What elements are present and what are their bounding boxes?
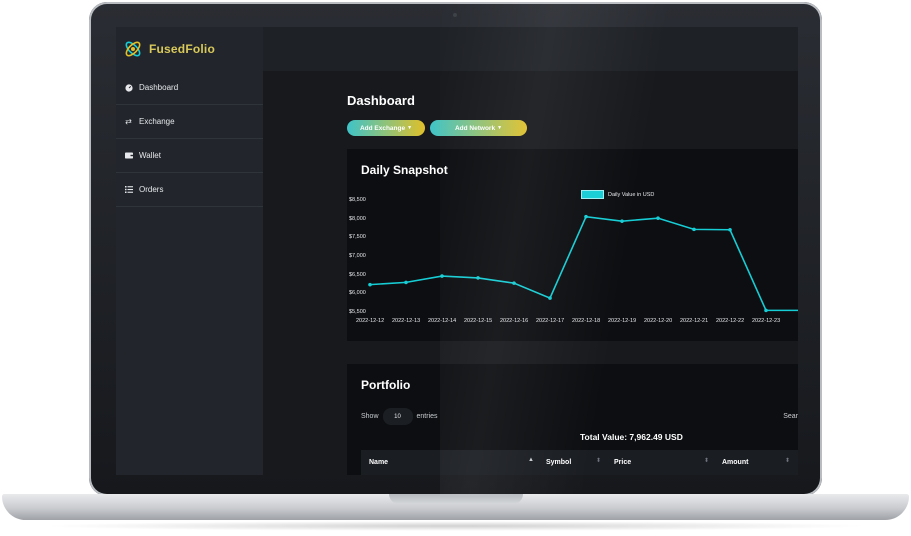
column-header-symbol[interactable]: Symbol (546, 459, 571, 466)
column-header-amount[interactable]: Amount (722, 459, 748, 466)
daily-snapshot-card: Daily Snapshot Daily Value in USD $8,500… (347, 149, 798, 341)
data-point[interactable] (404, 280, 408, 285)
data-point[interactable] (620, 219, 624, 223)
add-exchange-button[interactable]: Add Exchange ▼ (347, 120, 425, 136)
add-network-label: Add Network (454, 124, 496, 132)
top-strip (263, 27, 798, 71)
sidebar-item-label: Exchange (139, 117, 175, 126)
data-point[interactable] (512, 281, 516, 285)
main-content: Dashboard Add Exchange ▼ Add Network ▼ D… (263, 71, 798, 475)
column-header-price[interactable]: Price (614, 459, 631, 466)
data-point[interactable] (728, 227, 732, 232)
caret-down-icon: ▼ (407, 125, 413, 131)
page-title: Dashboard (347, 93, 415, 108)
sort-icon[interactable]: ⬍ (785, 457, 790, 464)
add-exchange-label: Add Exchange (359, 124, 406, 132)
data-point[interactable] (548, 296, 552, 300)
series-line (369, 215, 798, 312)
sidebar: FusedFolio Dashboard ⇄ Exchange Wallet O… (116, 27, 263, 475)
sidebar-item-label: Orders (139, 185, 164, 194)
exchange-arrows-icon: ⇄ (125, 117, 132, 126)
entries-control: Show 10 entries (361, 408, 438, 425)
portfolio-table-area: Show 10 entries Sear Total Value: 7,962.… (361, 364, 798, 475)
wallet-icon (124, 151, 133, 160)
sidebar-item-wallet[interactable]: Wallet (116, 139, 263, 173)
dashboard-icon (124, 83, 133, 92)
data-point[interactable] (368, 282, 372, 287)
app-screen: FusedFolio Dashboard ⇄ Exchange Wallet O… (116, 27, 798, 475)
data-point[interactable] (476, 276, 480, 280)
portfolio-card: Portfolio Show 10 entries Sear Total Val… (347, 364, 798, 475)
sidebar-nav: Dashboard ⇄ Exchange Wallet Orders (116, 71, 263, 207)
brand-name: FusedFolio (149, 42, 215, 56)
table-header: Name ▲ Symbol ⬍ Price ⬍ Amount ⬍ (361, 450, 798, 475)
sidebar-item-orders[interactable]: Orders (116, 173, 263, 207)
total-value: Total Value: 7,962.49 USD (580, 432, 683, 442)
sort-icon[interactable]: ⬍ (704, 457, 709, 464)
entries-label: entries (416, 413, 438, 420)
sidebar-item-label: Wallet (139, 151, 161, 160)
data-point[interactable] (440, 274, 444, 278)
orders-list-icon (124, 185, 133, 194)
add-network-button[interactable]: Add Network ▼ (430, 120, 527, 136)
fusedfolio-logo-icon (125, 41, 141, 57)
data-point[interactable] (764, 308, 768, 313)
data-point[interactable] (584, 214, 588, 219)
search-label[interactable]: Sear (783, 413, 798, 420)
data-point[interactable] (692, 227, 696, 232)
daily-value-line-chart (368, 214, 798, 313)
sort-ascending-icon[interactable]: ▲ (528, 457, 534, 463)
camera-dot (453, 13, 457, 17)
brand[interactable]: FusedFolio (116, 27, 263, 71)
laptop-notch (389, 494, 523, 504)
sidebar-item-exchange[interactable]: ⇄ Exchange (116, 105, 263, 139)
laptop-shadow (40, 521, 870, 531)
caret-down-icon: ▼ (497, 125, 503, 131)
sidebar-item-label: Dashboard (139, 83, 179, 92)
sort-icon[interactable]: ⬍ (596, 457, 601, 464)
column-header-name[interactable]: Name (369, 459, 388, 466)
show-label: Show (361, 413, 379, 420)
sidebar-item-dashboard[interactable]: Dashboard (116, 71, 263, 105)
entries-select[interactable]: 10 (382, 408, 413, 425)
data-point[interactable] (656, 216, 660, 220)
